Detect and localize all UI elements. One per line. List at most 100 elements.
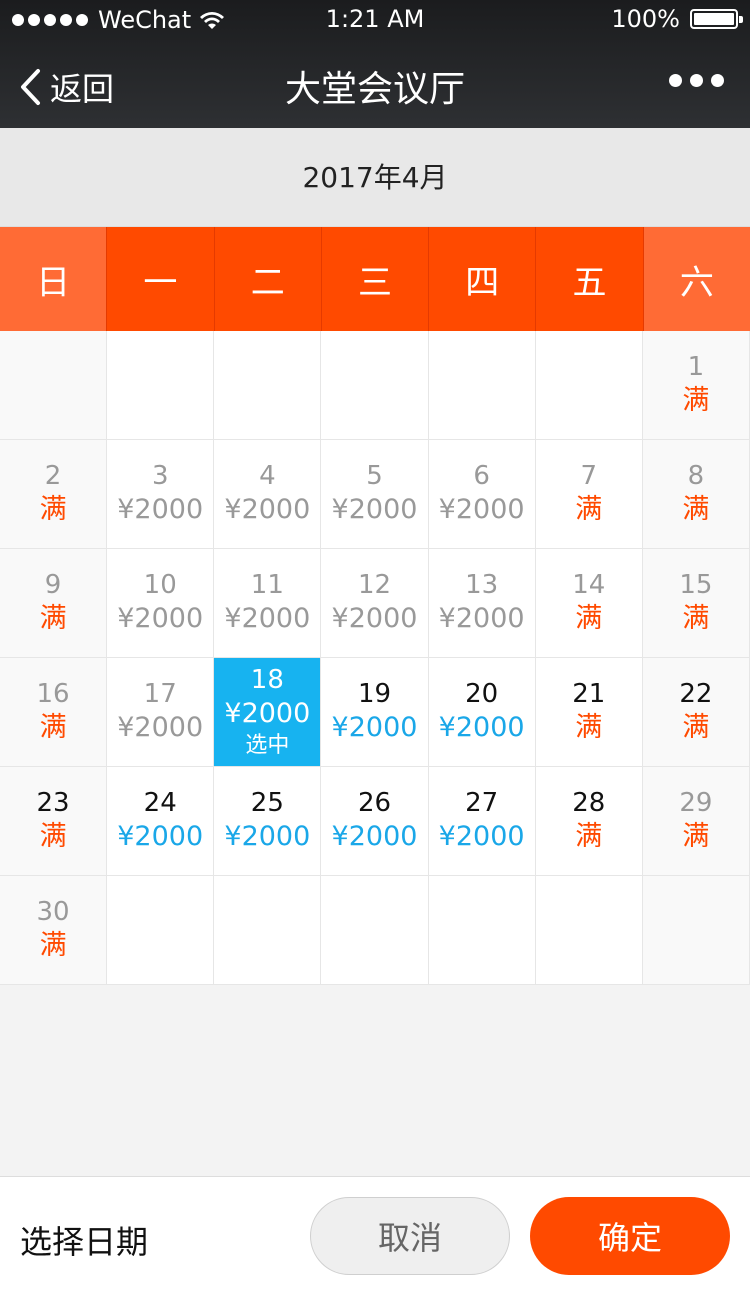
- calendar-empty-cell: [214, 876, 322, 985]
- calendar-empty-cell: [535, 331, 643, 440]
- calendar-day-10[interactable]: 10 ¥2000: [107, 549, 215, 658]
- page-title: 大堂会议厅: [284, 69, 465, 110]
- weekday-sun: 日: [0, 227, 108, 331]
- calendar-day-13[interactable]: 13 ¥2000: [428, 549, 536, 658]
- month-label: 2017年4月: [0, 128, 750, 227]
- day-number: 30: [36, 897, 70, 928]
- calendar-day-24[interactable]: 24 ¥2000: [107, 767, 215, 876]
- full-status: 满: [575, 712, 603, 744]
- day-number: 3: [151, 461, 169, 492]
- status-right: 100%: [611, 5, 743, 33]
- day-number: 5: [366, 461, 383, 492]
- calendar-day-27[interactable]: 27 ¥2000: [428, 767, 536, 876]
- more-menu-icon[interactable]: [669, 74, 724, 87]
- calendar-day-1[interactable]: 1满: [642, 331, 750, 440]
- day-number: 8: [687, 461, 705, 492]
- calendar-day-25[interactable]: 25 ¥2000: [214, 767, 322, 876]
- calendar-day-14[interactable]: 14 满: [535, 549, 643, 658]
- cancel-button[interactable]: 取消: [310, 1197, 510, 1275]
- calendar-day-21[interactable]: 21 满: [535, 658, 643, 767]
- calendar-day-20[interactable]: 20 ¥2000: [428, 658, 536, 767]
- calendar-day-4[interactable]: 4 ¥2000: [214, 440, 322, 549]
- day-number: 6: [473, 461, 490, 492]
- day-number: 2: [44, 461, 62, 492]
- day-number: 26: [357, 788, 392, 819]
- calendar-day-17[interactable]: 17 ¥2000: [107, 658, 215, 767]
- weekday-tue: 二: [214, 227, 322, 331]
- full-status: 满: [682, 821, 710, 853]
- full-status: 满: [39, 930, 67, 962]
- full-status: 满: [682, 712, 710, 744]
- day-number: 18: [250, 665, 284, 696]
- weekday-thu: 四: [429, 227, 537, 331]
- full-status: 满: [39, 494, 67, 526]
- calendar-day-3[interactable]: 3 ¥2000: [107, 440, 215, 549]
- calendar-day-16[interactable]: 16 满: [0, 658, 108, 767]
- calendar-day-6[interactable]: 6 ¥2000: [428, 440, 536, 549]
- calendar-day-2[interactable]: 2满: [0, 440, 108, 549]
- status-bar: WeChat 1:21 AM 100%: [0, 0, 750, 40]
- calendar-day-15[interactable]: 15 满: [642, 549, 750, 658]
- calendar-day-26[interactable]: 26 ¥2000: [321, 767, 429, 876]
- selected-tag: 选中: [245, 732, 290, 758]
- calendar-empty-cell: [107, 331, 215, 440]
- calendar-day-7[interactable]: 7满: [535, 440, 643, 549]
- calendar-empty-cell: [321, 331, 429, 440]
- day-number: 13: [465, 570, 499, 601]
- day-number: 7: [580, 461, 598, 492]
- calendar-grid: 1 满 2 满 3 ¥2000 4 ¥2000 5 ¥2000 6 ¥2000 7 满 8 满 9 满 10 ¥200…: [0, 331, 750, 985]
- day-number: 28: [572, 788, 606, 819]
- calendar-day-19[interactable]: 19 ¥2000: [321, 658, 429, 767]
- day-number: 25: [250, 788, 284, 819]
- day-price: ¥2000: [438, 712, 525, 744]
- day-number: 4: [259, 461, 276, 492]
- calendar-day-30[interactable]: 30 满: [0, 876, 108, 985]
- day-number: 9: [44, 570, 62, 601]
- calendar-day-23[interactable]: 23 满: [0, 767, 108, 876]
- calendar-day-12[interactable]: 12 ¥2000: [321, 549, 429, 658]
- day-price: ¥2000: [331, 603, 418, 635]
- calendar-empty-cell: [428, 876, 536, 985]
- battery-percent: 100%: [611, 5, 680, 33]
- calendar-day-5[interactable]: 5 ¥2000: [321, 440, 429, 549]
- day-price: ¥2000: [117, 821, 204, 853]
- battery-icon: [690, 9, 743, 29]
- full-status: 满: [575, 821, 603, 853]
- day-price: ¥2000: [224, 494, 311, 526]
- weekday-wed: 三: [321, 227, 430, 331]
- day-price: ¥2000: [438, 494, 525, 526]
- day-number: 23: [36, 788, 70, 819]
- full-status: 满: [39, 821, 67, 853]
- calendar-day-9[interactable]: 9满: [0, 549, 108, 658]
- day-price: ¥2000: [117, 712, 204, 744]
- calendar-empty-cell: [428, 331, 536, 440]
- day-price: ¥2000: [438, 603, 525, 635]
- day-number: 20: [465, 679, 499, 710]
- nav-bar: 返回 大堂会议厅: [0, 40, 750, 128]
- calendar-day-29[interactable]: 29 满: [642, 767, 750, 876]
- day-price: ¥2000: [117, 494, 204, 526]
- weekday-fri: 五: [536, 227, 644, 331]
- day-number: 29: [679, 788, 713, 819]
- weekday-sat: 六: [643, 227, 750, 331]
- calendar-day-22[interactable]: 22 满: [642, 658, 750, 767]
- day-number: 1: [687, 352, 705, 383]
- confirm-button[interactable]: 确定: [530, 1197, 730, 1275]
- day-number: 19: [357, 679, 392, 710]
- calendar-day-8[interactable]: 8满: [642, 440, 750, 549]
- day-number: 22: [679, 679, 713, 710]
- day-price: ¥2000: [224, 603, 311, 635]
- full-status: 满: [682, 603, 710, 635]
- day-number: 12: [357, 570, 392, 601]
- calendar-day-28[interactable]: 28 满: [535, 767, 643, 876]
- calendar-day-11[interactable]: 11 ¥2000: [214, 549, 322, 658]
- calendar-day-18[interactable]: 18 ¥2000 选中: [214, 658, 322, 767]
- day-number: 24: [143, 788, 177, 819]
- day-number: 27: [465, 788, 499, 819]
- footer-bar: 选择日期 取消 确定: [0, 1176, 750, 1294]
- calendar-empty-cell: [107, 876, 215, 985]
- day-number: 21: [572, 679, 606, 710]
- calendar-empty-cell: [0, 331, 108, 440]
- calendar-empty-cell: [321, 876, 429, 985]
- calendar-empty-cell: [214, 331, 322, 440]
